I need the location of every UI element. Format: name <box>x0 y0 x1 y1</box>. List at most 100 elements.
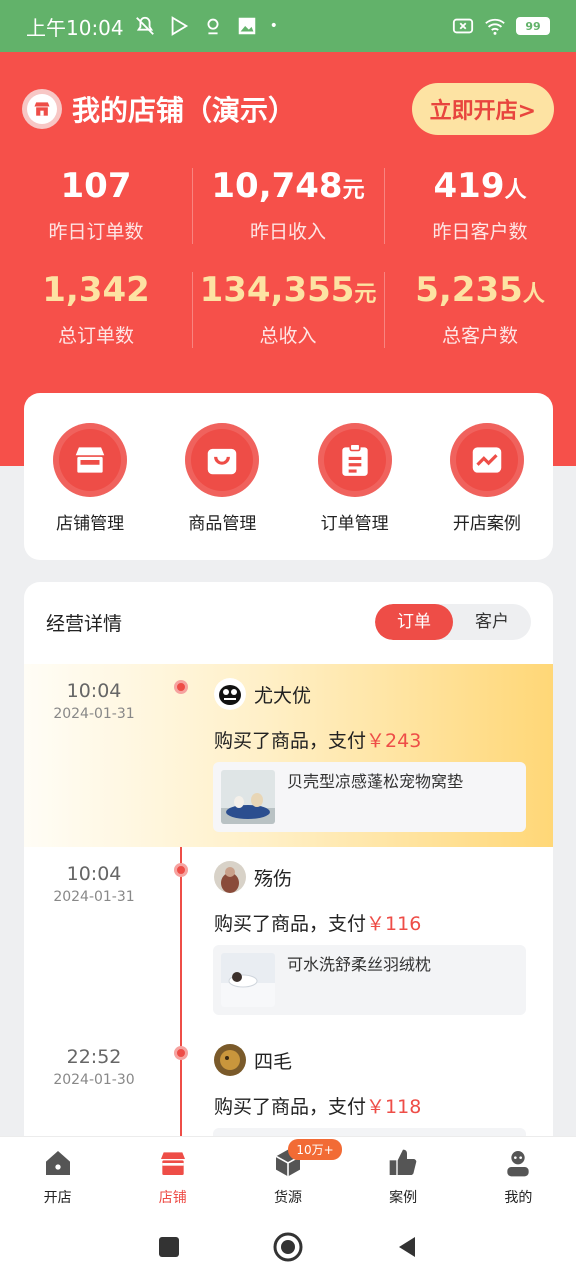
shopping-bag-icon <box>208 448 237 475</box>
house-icon <box>45 1151 70 1175</box>
stat-unit: 人 <box>504 178 527 203</box>
status-bar: 上午10:04 • 99 <box>0 0 576 52</box>
timeline-dot <box>174 680 188 694</box>
supply-badge: 10万+ <box>288 1139 342 1160</box>
price: ￥243 <box>366 730 422 752</box>
avatar <box>214 1044 246 1076</box>
timeline-entry[interactable]: 22:52 2024-01-30 四毛 购买了商品，支付￥118 <box>24 1030 553 1142</box>
stat-yesterday-revenue: 10,748元 昨日收入 <box>192 164 384 244</box>
entry-time: 10:04 <box>66 680 122 702</box>
wifi-icon <box>485 18 505 35</box>
stat-total-orders: 1,342 总订单数 <box>0 268 192 348</box>
nav-label: 案例 <box>389 1190 418 1206</box>
user-name: 四毛 <box>254 1050 293 1073</box>
nav-item-mine[interactable]: 我的 <box>461 1137 576 1214</box>
stat-value: 107 <box>60 166 132 206</box>
dot-icon: • <box>269 18 278 34</box>
timeline-dot <box>174 1046 188 1060</box>
nav-item-store[interactable]: 店铺 <box>115 1137 230 1214</box>
stat-unit: 元 <box>342 178 365 203</box>
nav-label: 店铺 <box>158 1190 187 1206</box>
tab-customers[interactable]: 客户 <box>453 604 531 640</box>
nav-item-cases[interactable]: 案例 <box>346 1137 461 1214</box>
order-timeline: 10:04 2024-01-31 尤大优 购买了商品，支付￥243 贝壳型凉感蓬… <box>24 664 553 1142</box>
stat-yesterday-orders: 107 昨日订单数 <box>0 164 192 244</box>
stat-label: 总订单数 <box>57 325 134 347</box>
nav-item-open-shop[interactable]: 开店 <box>0 1137 115 1214</box>
user-name: 尤大优 <box>254 684 312 707</box>
recent-apps-icon[interactable] <box>157 1235 181 1259</box>
nav-item-supply[interactable]: 货源 10万+ <box>230 1137 345 1214</box>
status-icons: • <box>134 15 278 37</box>
entry-user: 四毛 <box>214 1044 292 1076</box>
product-name: 可水洗舒柔丝羽绒枕 <box>287 955 432 974</box>
location-icon <box>207 18 219 35</box>
product-thumbnail <box>221 953 275 1007</box>
entry-user: 尤大优 <box>214 678 311 710</box>
action-text: 购买了商品，支付 <box>214 1096 367 1118</box>
stat-value: 419 <box>433 166 505 206</box>
system-nav-bar <box>0 1214 576 1280</box>
price: ￥116 <box>366 913 422 935</box>
stat-value: 1,342 <box>42 270 150 310</box>
entry-date: 2024-01-31 <box>53 889 135 905</box>
product-card[interactable]: 可水洗舒柔丝羽绒枕 <box>213 945 526 1015</box>
product-name: 贝壳型凉感蓬松宠物窝垫 <box>287 772 464 791</box>
quick-item-order-manage[interactable]: 订单管理 <box>300 423 410 560</box>
status-right: 99 <box>452 15 550 37</box>
stat-total-revenue: 134,355元 总收入 <box>192 268 384 348</box>
entry-time: 22:52 <box>66 1046 122 1068</box>
tab-orders[interactable]: 订单 <box>375 604 453 640</box>
home-icon[interactable] <box>273 1232 303 1262</box>
product-thumbnail <box>221 770 275 824</box>
shop-logo <box>22 89 62 129</box>
nav-label: 开店 <box>43 1190 72 1206</box>
action-text: 购买了商品，支付 <box>214 730 367 752</box>
shop-name: 我的店铺（演示） <box>72 94 297 127</box>
product-card[interactable]: 贝壳型凉感蓬松宠物窝垫 <box>213 762 526 832</box>
details-header: 经营详情 订单 客户 <box>24 582 553 662</box>
quick-item-product-manage[interactable]: 商品管理 <box>167 423 277 560</box>
stats-panel: 107 昨日订单数 10,748元 昨日收入 419人 昨日客户数 1,342 … <box>0 164 576 372</box>
entry-action: 购买了商品，支付￥118 <box>214 1092 421 1119</box>
stat-label: 总收入 <box>259 325 317 347</box>
no-sim-icon <box>452 18 474 34</box>
entry-date: 2024-01-30 <box>53 1072 135 1088</box>
mute-icon <box>135 16 154 35</box>
action-text: 购买了商品，支付 <box>214 913 367 935</box>
stat-value: 10,748 <box>211 166 343 206</box>
play-store-icon <box>171 16 188 36</box>
quick-icon-bg <box>449 423 524 497</box>
stat-label: 昨日客户数 <box>432 221 528 243</box>
stat-label: 昨日收入 <box>249 221 326 243</box>
battery-icon: 99 <box>516 17 550 35</box>
quick-item-shop-cases[interactable]: 开店案例 <box>432 423 542 560</box>
business-details-card: 经营详情 订单 客户 10:04 2024-01-31 尤大优 购买了商品，支付… <box>24 582 553 1142</box>
entry-action: 购买了商品，支付￥243 <box>214 726 421 753</box>
stat-yesterday-customers: 419人 昨日客户数 <box>384 164 576 244</box>
entry-time: 10:04 <box>66 863 122 885</box>
back-icon[interactable] <box>395 1235 419 1259</box>
store-icon <box>34 102 50 116</box>
avatar <box>214 678 246 710</box>
stats-yesterday: 107 昨日订单数 10,748元 昨日收入 419人 昨日客户数 <box>0 164 576 244</box>
entry-action: 购买了商品，支付￥116 <box>214 909 421 936</box>
chart-icon <box>472 447 502 473</box>
gallery-icon <box>238 17 255 35</box>
quick-item-store-manage[interactable]: 店铺管理 <box>35 423 145 560</box>
timeline-entry[interactable]: 10:04 2024-01-31 尤大优 购买了商品，支付￥243 贝壳型凉感蓬… <box>24 664 553 847</box>
quick-label: 店铺管理 <box>56 514 125 534</box>
nav-label: 货源 <box>273 1190 302 1206</box>
store-icon <box>160 1152 185 1175</box>
quick-menu: 店铺管理 商品管理 订单管理 开店案例 <box>24 393 553 560</box>
quick-label: 订单管理 <box>320 514 389 534</box>
avatar <box>214 861 246 893</box>
status-time: 上午10:04 <box>26 15 124 40</box>
store-icon <box>75 447 105 473</box>
stat-value: 5,235 <box>415 270 523 310</box>
stat-unit: 元 <box>354 282 377 307</box>
user-name: 殇伤 <box>254 867 293 890</box>
timeline-entry[interactable]: 10:04 2024-01-31 殇伤 购买了商品，支付￥116 可水洗舒柔丝羽… <box>24 847 553 1030</box>
clipboard-icon <box>341 443 368 476</box>
open-shop-button[interactable]: 立即开店> <box>411 83 554 135</box>
